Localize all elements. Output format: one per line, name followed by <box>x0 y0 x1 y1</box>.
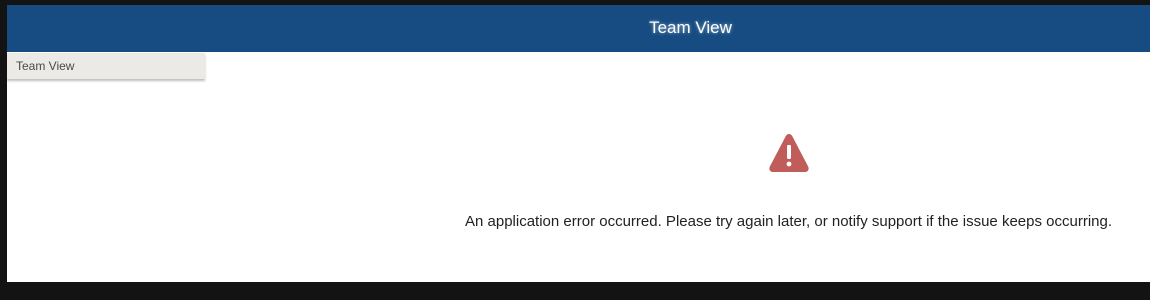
app-header: Team View <box>7 5 1150 52</box>
sidebar-item-team-view[interactable]: Team View <box>7 53 205 79</box>
app-window: Team View Team View An application error… <box>7 5 1150 282</box>
warning-icon <box>768 132 810 174</box>
page-title: Team View <box>649 18 732 37</box>
sidebar-item-label: Team View <box>16 59 75 73</box>
error-message: An application error occurred. Please tr… <box>465 213 1112 230</box>
